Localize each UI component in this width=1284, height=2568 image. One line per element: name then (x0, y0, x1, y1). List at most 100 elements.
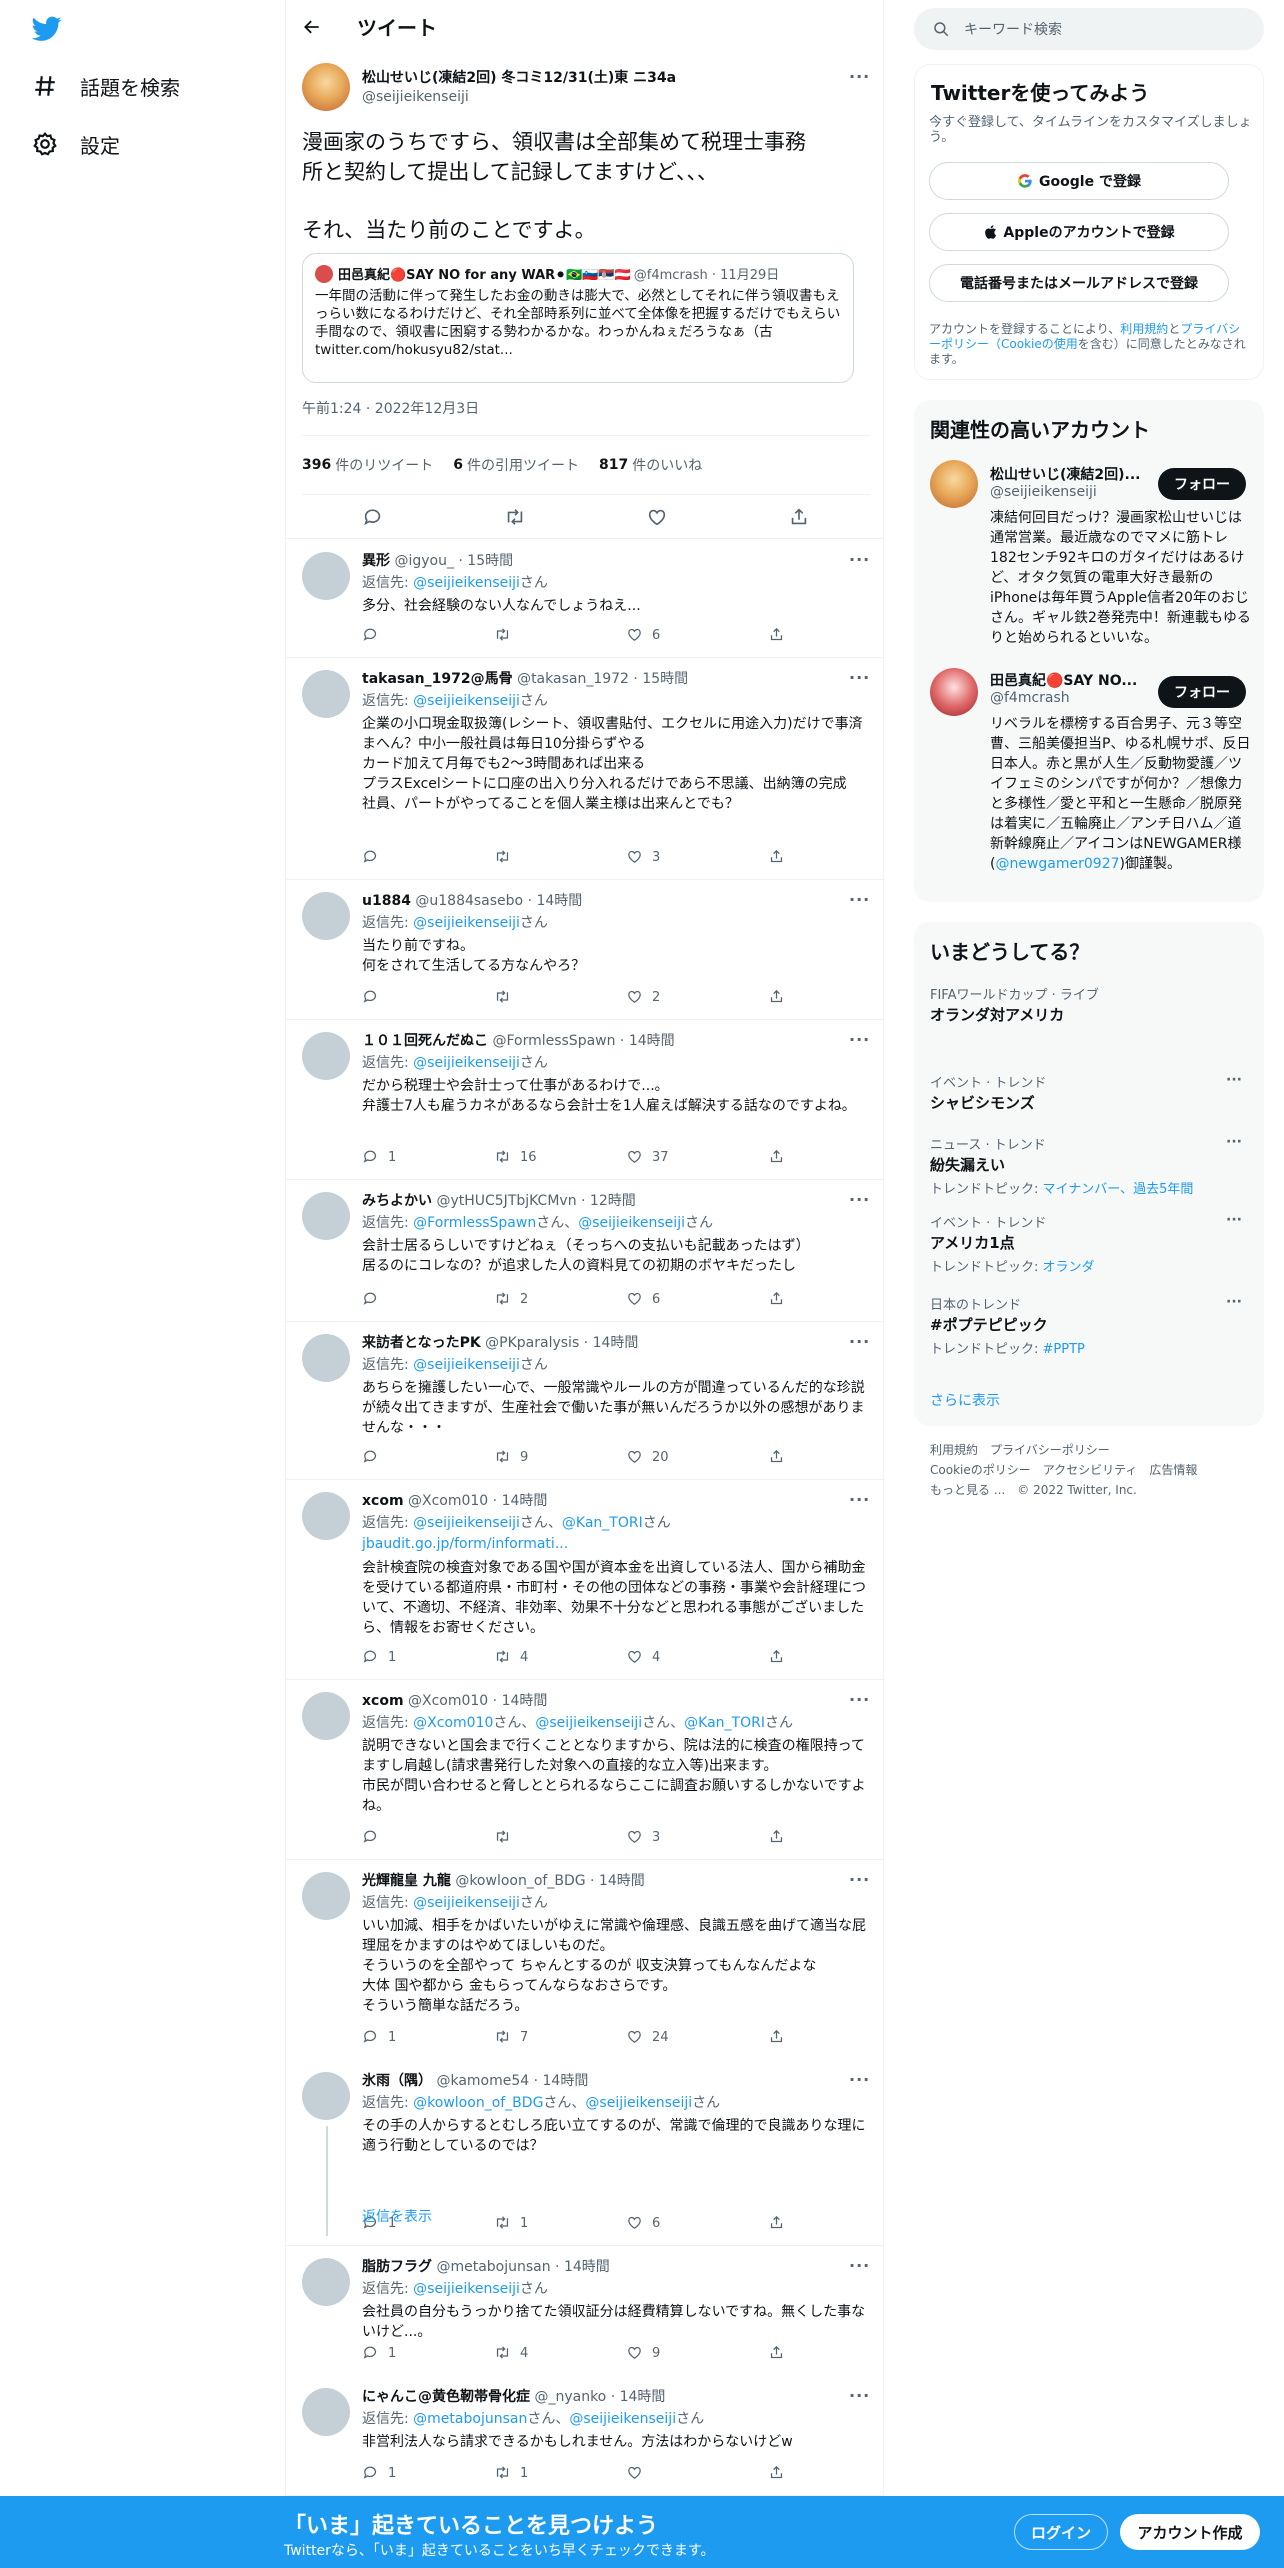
share-icon[interactable] (768, 1828, 785, 1845)
show-replies-link[interactable]: 返信を表示 (362, 2206, 432, 2226)
more-icon[interactable]: ··· (1226, 1134, 1242, 1150)
tweet-date[interactable]: 午前1:24 · 2022年12月3日 (302, 398, 479, 418)
mention-link[interactable]: @seijieikenseiji (413, 915, 520, 931)
share-icon[interactable] (768, 1448, 785, 1465)
mention-link[interactable]: @metabojunsan (413, 2411, 527, 2427)
reply-tweet[interactable]: にゃんこ@黄色靭帯骨化症 @_nyanko · 14時間 ··· 返信先: @met… (286, 2376, 885, 2496)
avatar[interactable] (302, 1334, 350, 1382)
reply-tweet[interactable]: 光輝龍皇 九龍 @kowloon_of_BDG · 14時間 ··· 返信先: @s… (286, 1860, 885, 2060)
reply-author-name[interactable]: 脂肪フラグ (362, 2259, 432, 2275)
bio-mention-link[interactable]: @newgamer0927 (995, 856, 1119, 872)
share-icon[interactable] (788, 506, 810, 528)
follow-button[interactable]: フォロー (1158, 676, 1246, 708)
share-icon[interactable] (768, 2344, 785, 2361)
more-icon[interactable]: ··· (849, 1030, 870, 1049)
share-icon[interactable] (768, 1290, 785, 1307)
like-count[interactable]: 817 (599, 457, 628, 473)
reply-icon[interactable] (362, 1828, 379, 1845)
trend-topic-link[interactable]: オランダ (1043, 1260, 1095, 1275)
mention-link[interactable]: @seijieikenseiji (569, 2411, 676, 2427)
avatar[interactable] (302, 670, 350, 718)
heart-icon[interactable] (626, 626, 643, 643)
apple-signup-button[interactable]: Appleのアカウントで登録 (929, 213, 1229, 251)
mention-link[interactable]: @seijieikenseiji (535, 1715, 642, 1731)
avatar[interactable] (302, 2072, 350, 2120)
reply-author-name[interactable]: にゃんこ@黄色靭帯骨化症 (362, 2389, 530, 2405)
reply-icon[interactable] (362, 1148, 379, 1165)
more-icon[interactable]: ··· (849, 1490, 870, 1509)
heart-icon[interactable] (626, 2214, 643, 2231)
reply-author-name[interactable]: 氷雨（隅） (362, 2073, 432, 2089)
retweet-icon[interactable] (494, 1448, 511, 1465)
more-icon[interactable]: ··· (849, 668, 870, 687)
more-icon[interactable]: ··· (849, 2386, 870, 2405)
mention-link[interactable]: @seijieikenseiji (413, 693, 520, 709)
account-name[interactable]: 田邑真紀🔴SAY NO... (990, 670, 1137, 690)
reply-tweet[interactable]: takasan_1972@馬骨 @takasan_1972 · 15時間 ··· 返… (286, 658, 885, 880)
avatar[interactable] (302, 1692, 350, 1740)
share-icon[interactable] (768, 848, 785, 865)
mention-link[interactable]: @Kan_TORI (684, 1715, 765, 1731)
share-icon[interactable] (768, 2464, 785, 2481)
retweet-count[interactable]: 396 (302, 457, 331, 473)
reply-icon[interactable] (362, 1448, 379, 1465)
share-icon[interactable] (768, 1148, 785, 1165)
phone-signup-button[interactable]: 電話番号またはメールアドレスで登録 (929, 264, 1229, 302)
heart-icon[interactable] (626, 2028, 643, 2045)
mention-link[interactable]: @Xcom010 (413, 1715, 493, 1731)
retweet-label[interactable]: 件のリツイート (335, 455, 433, 475)
avatar[interactable] (302, 1192, 350, 1240)
mention-link[interactable]: @FormlessSpawn (413, 1215, 536, 1231)
reply-author-name[interactable]: みちよかい (362, 1193, 432, 1209)
more-icon[interactable]: ··· (849, 2070, 870, 2089)
avatar[interactable] (302, 552, 350, 600)
reply-icon[interactable] (362, 1648, 379, 1665)
follow-button[interactable]: フォロー (1158, 468, 1246, 500)
reply-tweet[interactable]: 脂肪フラグ @metabojunsan · 14時間 ··· 返信先: @seiji… (286, 2246, 885, 2376)
avatar[interactable] (302, 1872, 350, 1920)
author-name[interactable]: 松山せいじ(凍結2回) 冬コミ12/31(土)東 ニ34a (362, 67, 676, 87)
footer-links[interactable]: 利用規約 プライバシーポリシー Cookieのポリシー アクセシビリティ 広告情… (930, 1440, 1197, 1500)
more-icon[interactable]: ··· (849, 890, 870, 909)
back-arrow-icon[interactable] (302, 17, 322, 37)
avatar[interactable] (302, 63, 350, 111)
heart-icon[interactable] (626, 2344, 643, 2361)
more-icon[interactable]: ··· (849, 67, 870, 86)
quote-label[interactable]: 件の引用ツイート (467, 455, 579, 475)
avatar[interactable] (302, 892, 350, 940)
reply-tweet[interactable]: 異形 @igyou_ · 15時間 ··· 返信先: @seijieikenseij… (286, 540, 885, 658)
twitter-logo-icon[interactable] (32, 16, 62, 42)
reply-icon[interactable] (362, 1290, 379, 1307)
reply-author-name[interactable]: xcom (362, 1493, 404, 1509)
nav-settings[interactable]: 設定 (32, 124, 120, 164)
share-icon[interactable] (768, 626, 785, 643)
account-name[interactable]: 松山せいじ(凍結2回)... (990, 464, 1141, 484)
mention-link[interactable]: @kowloon_of_BDG (413, 2095, 543, 2111)
retweet-icon[interactable] (494, 988, 511, 1005)
avatar[interactable] (302, 1032, 350, 1080)
heart-icon[interactable] (646, 506, 668, 528)
retweet-icon[interactable] (494, 2214, 511, 2231)
heart-icon[interactable] (626, 2464, 643, 2481)
reply-author-name[interactable]: 来訪者となったPK (362, 1335, 481, 1351)
reply-tweet[interactable]: １０１回死んだぬこ @FormlessSpawn · 14時間 ··· 返信先: @… (286, 1020, 885, 1180)
reply-tweet[interactable]: u1884 @u1884sasebo · 14時間 ··· 返信先: @seijie… (286, 880, 885, 1020)
retweet-icon[interactable] (494, 626, 511, 643)
retweet-icon[interactable] (494, 1828, 511, 1845)
more-icon[interactable]: ··· (849, 550, 870, 569)
like-label[interactable]: 件のいいね (632, 455, 702, 475)
mention-link[interactable]: @Kan_TORI (562, 1515, 643, 1531)
reply-icon[interactable] (362, 506, 384, 528)
more-icon[interactable]: ··· (849, 2256, 870, 2275)
quote-tweet[interactable]: 田邑真紀🔴SAY NO for any WAR⚫🇧🇷🇸🇮🇷🇸🇦🇹 @f4mcra… (302, 253, 854, 383)
nav-explore[interactable]: 話題を検索 (32, 66, 180, 106)
mention-link[interactable]: @seijieikenseiji (413, 1895, 520, 1911)
retweet-icon[interactable] (494, 1148, 511, 1165)
share-icon[interactable] (768, 1648, 785, 1665)
reply-icon[interactable] (362, 988, 379, 1005)
google-signup-button[interactable]: Google で登録 (929, 162, 1229, 200)
retweet-icon[interactable] (494, 848, 511, 865)
reply-tweet[interactable]: みちよかい @ytHUC5JTbjKCMvn · 12時間 ··· 返信先: @Fo… (286, 1180, 885, 1322)
mention-link[interactable]: @seijieikenseiji (413, 2281, 520, 2297)
search-box[interactable]: キーワード検索 (914, 8, 1264, 50)
